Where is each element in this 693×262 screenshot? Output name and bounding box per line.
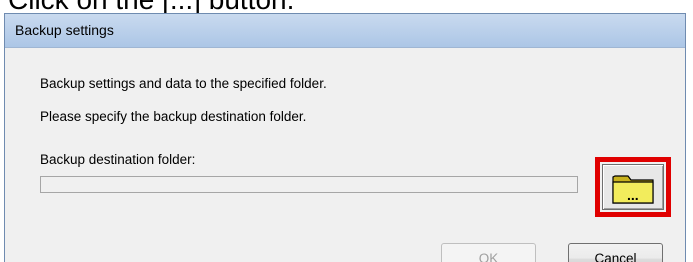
dialog-title-bar[interactable]: Backup settings — [5, 14, 685, 48]
browse-folder-button[interactable]: ... — [602, 164, 664, 210]
cancel-button[interactable]: Cancel — [568, 243, 663, 262]
description-line-1: Backup settings and data to the specifie… — [40, 76, 327, 91]
backup-folder-label: Backup destination folder: — [40, 152, 196, 167]
dialog-title: Backup settings — [15, 22, 114, 38]
browse-ellipsis-glyph: ... — [627, 187, 639, 203]
description-line-2: Please specify the backup destination fo… — [40, 109, 307, 124]
backup-settings-dialog: Backup settings Backup settings and data… — [4, 13, 686, 262]
dialog-content: Backup settings and data to the specifie… — [10, 48, 680, 262]
ok-button[interactable]: OK — [441, 243, 536, 262]
folder-browse-icon: ... — [612, 175, 654, 204]
screenshot-page: Click on the [...] button. Backup settin… — [0, 0, 693, 262]
backup-folder-path-field[interactable] — [40, 176, 578, 193]
